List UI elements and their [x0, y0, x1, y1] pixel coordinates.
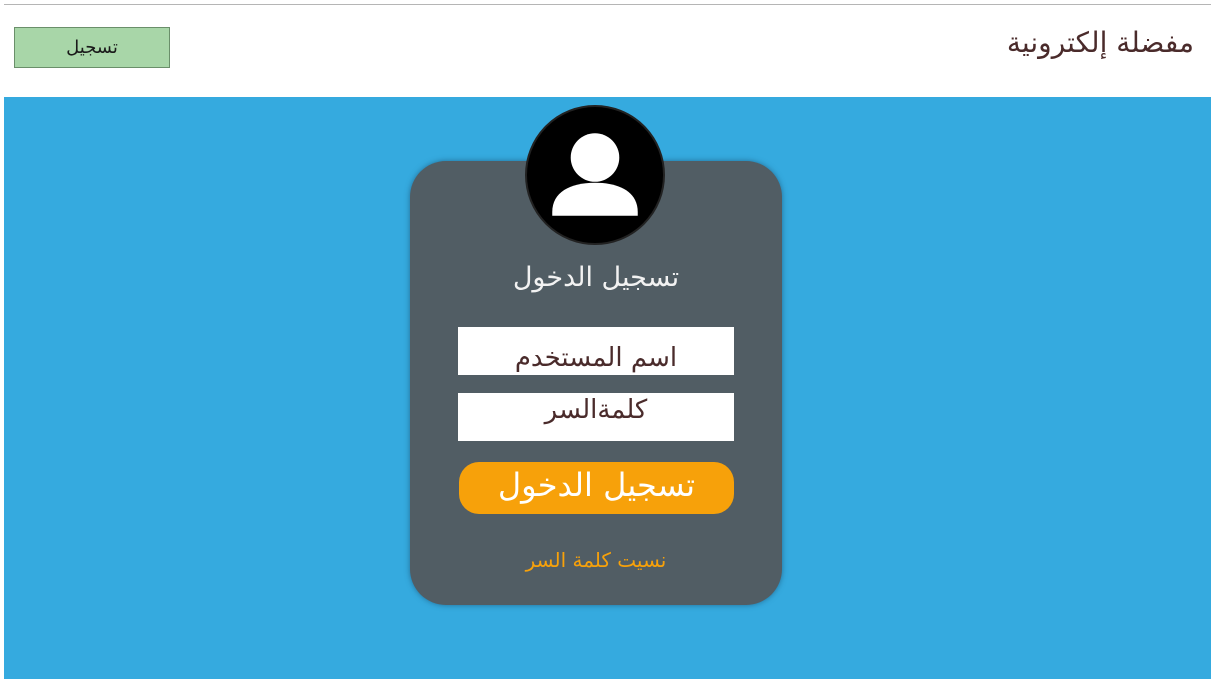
user-silhouette-icon [552, 133, 638, 216]
login-submit-button[interactable]: تسجيل الدخول [459, 462, 734, 514]
page: مفضلة إلكترونية تسجيل تسجيل الدخول تسجيل… [0, 0, 1211, 679]
top-divider [4, 4, 1211, 5]
register-button[interactable]: تسجيل [14, 27, 170, 68]
username-input[interactable] [458, 327, 734, 375]
user-avatar-icon [525, 105, 665, 245]
site-title: مفضلة إلكترونية [1006, 26, 1194, 59]
password-input[interactable] [458, 393, 734, 441]
login-title: تسجيل الدخول [512, 262, 680, 293]
forgot-password-link[interactable]: نسيت كلمة السر [410, 548, 782, 572]
